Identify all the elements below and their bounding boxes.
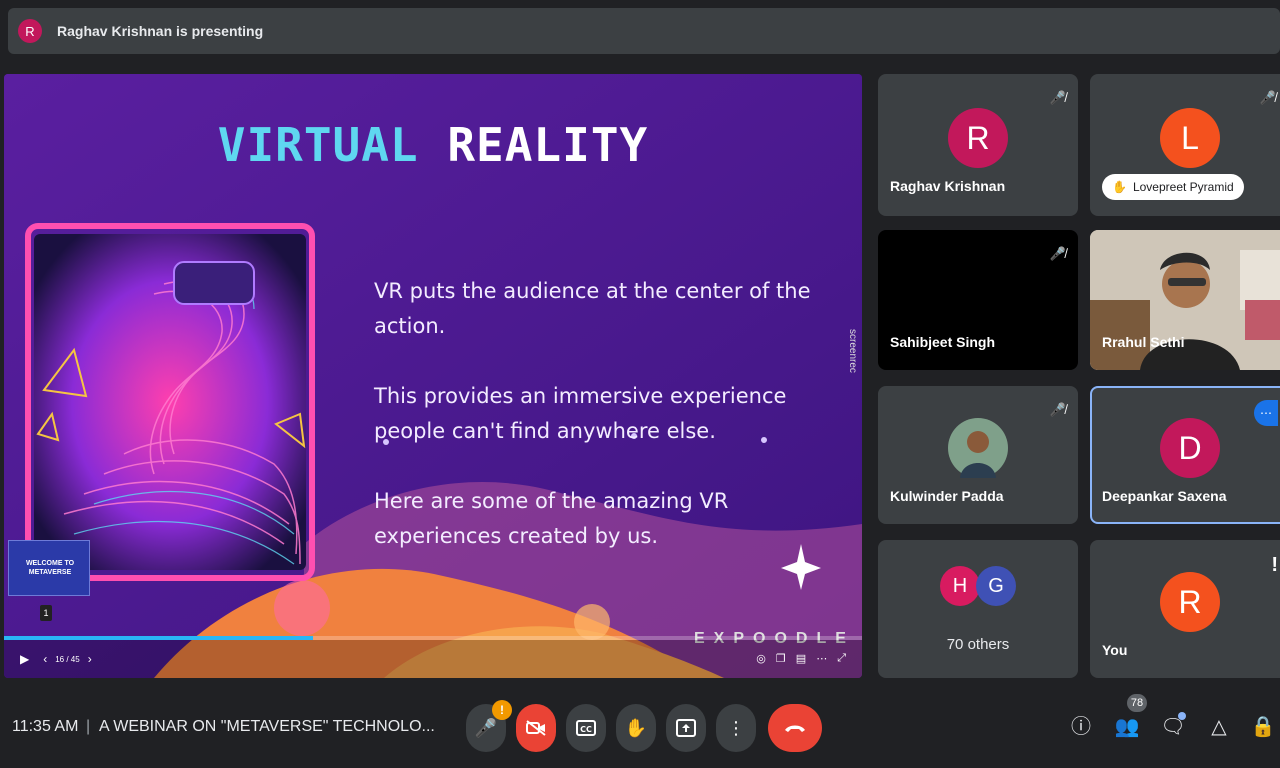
play-icon[interactable]: ▶ bbox=[20, 652, 29, 666]
more-icon[interactable]: ⋯ bbox=[816, 652, 827, 665]
participant-name: Raghav Krishnan bbox=[890, 178, 1006, 194]
mic-off-icon: 🎤̸ bbox=[1049, 402, 1067, 417]
avatar: H bbox=[940, 566, 980, 606]
avatar: R bbox=[1160, 572, 1220, 632]
participant-name: Rrahul Sethi bbox=[1102, 334, 1185, 350]
svg-text:CC: CC bbox=[580, 725, 592, 734]
people-count-badge: 78 bbox=[1127, 694, 1147, 712]
watermark-screenrec: screenrec bbox=[847, 329, 858, 373]
captions-icon: CC bbox=[576, 720, 596, 736]
more-options-icon[interactable]: ⋯ bbox=[1254, 400, 1278, 426]
slide-paragraph: VR puts the audience at the center of th… bbox=[374, 279, 811, 338]
slide-title-part2: REALITY bbox=[447, 118, 649, 172]
exit-fullscreen-icon[interactable]: ⤢ bbox=[837, 652, 846, 665]
prev-slide-icon[interactable]: ‹ bbox=[43, 652, 47, 666]
end-call-button[interactable] bbox=[768, 704, 822, 752]
slide-paragraph: Here are some of the amazing VR experien… bbox=[374, 489, 729, 548]
meeting-time: 11:35 AM bbox=[12, 718, 79, 735]
host-controls-icon[interactable]: 🔒 bbox=[1250, 714, 1276, 740]
participant-tile[interactable]: 🎤̸ R Raghav Krishnan bbox=[878, 74, 1078, 216]
presenting-bar: R Raghav Krishnan is presenting bbox=[8, 8, 1280, 54]
window-icon[interactable]: ❐ bbox=[776, 652, 786, 665]
participant-tile[interactable]: 🎤̸ Sahibjeet Singh bbox=[878, 230, 1078, 370]
mic-off-icon: 🎤̸ bbox=[1049, 246, 1067, 261]
slide-title: VIRTUAL REALITY bbox=[4, 118, 862, 172]
participant-tile-active[interactable]: ⋯ D Deepankar Saxena bbox=[1090, 386, 1280, 524]
hand-icon: ✋ bbox=[1112, 180, 1127, 194]
caption-icon[interactable]: ▤ bbox=[796, 652, 806, 665]
phone-hangup-icon bbox=[785, 725, 805, 732]
presenter-avatar: R bbox=[18, 19, 42, 43]
mic-off-icon: 🎤 bbox=[474, 717, 498, 738]
participant-name: You bbox=[1102, 642, 1128, 658]
camera-off-icon bbox=[526, 720, 546, 736]
raised-hand-badge: ✋ Lovepreet Pyramid bbox=[1102, 174, 1244, 200]
others-count: 70 others bbox=[946, 636, 1010, 653]
self-tile[interactable]: ! R You bbox=[1090, 540, 1280, 678]
thumbnail-page-number: 1 bbox=[40, 605, 52, 621]
presenting-text: Raghav Krishnan is presenting bbox=[57, 23, 264, 39]
mic-off-icon: 🎤̸ bbox=[1259, 90, 1277, 105]
present-button[interactable] bbox=[666, 704, 706, 752]
mic-off-icon: 🎤̸ bbox=[1049, 90, 1067, 105]
slide-controls: ▶ ‹ 16 / 45 › ◎ ❐ ▤ ⋯ ⤢ bbox=[4, 640, 862, 678]
more-options-button[interactable]: ⋮ bbox=[716, 704, 756, 752]
slide-paragraph: This provides an immersive experience pe… bbox=[374, 384, 787, 443]
participant-tile[interactable]: 🎤̸ L ✋ Lovepreet Pyramid bbox=[1090, 74, 1280, 216]
hand-icon: ✋ bbox=[624, 717, 648, 738]
activities-icon[interactable]: △ bbox=[1206, 714, 1232, 740]
captions-button[interactable]: CC bbox=[566, 704, 606, 752]
participant-name: Kulwinder Padda bbox=[890, 488, 1004, 504]
presentation-stage[interactable]: VIRTUAL REALITY VR puts the audience at … bbox=[4, 74, 862, 678]
separator: | bbox=[86, 718, 91, 735]
participant-name: Sahibjeet Singh bbox=[890, 334, 996, 350]
avatar: G bbox=[976, 566, 1016, 606]
thumbnail-text: WELCOME TO METAVERSE bbox=[25, 560, 75, 576]
participant-name: Lovepreet Pyramid bbox=[1132, 180, 1234, 194]
slide-title-part1: VIRTUAL bbox=[217, 118, 419, 172]
alert-icon[interactable]: ! bbox=[1271, 554, 1278, 577]
participant-tile[interactable]: 🎤̸ Kulwinder Padda bbox=[878, 386, 1078, 524]
people-icon[interactable]: 👥 bbox=[1114, 714, 1140, 740]
avatar bbox=[948, 418, 1008, 478]
mic-warning-badge: ! bbox=[492, 700, 512, 720]
broadcast-icon[interactable]: ◎ bbox=[756, 652, 766, 665]
camera-button[interactable] bbox=[516, 704, 556, 752]
slide-body: VR puts the audience at the center of th… bbox=[374, 274, 844, 589]
slide-control-icons: ◎ ❐ ▤ ⋯ ⤢ bbox=[756, 652, 846, 665]
avatar: R bbox=[948, 108, 1008, 168]
more-vert-icon: ⋮ bbox=[727, 717, 745, 738]
next-slide-icon[interactable]: › bbox=[88, 652, 92, 666]
raise-hand-button[interactable]: ✋ bbox=[616, 704, 656, 752]
bottom-control-bar: 11:35 AM | A WEBINAR ON "METAVERSE" TECH… bbox=[0, 684, 1280, 768]
others-tile[interactable]: H G 70 others bbox=[878, 540, 1078, 678]
slide-counter: 16 / 45 bbox=[55, 654, 80, 664]
meeting-title: A WEBINAR ON "METAVERSE" TECHNOLO... bbox=[99, 718, 435, 735]
participant-name: Deepankar Saxena bbox=[1102, 488, 1227, 504]
present-icon bbox=[676, 719, 696, 737]
chat-notification-dot bbox=[1178, 712, 1186, 720]
info-icon[interactable]: ⓘ bbox=[1068, 714, 1094, 740]
avatar: D bbox=[1160, 418, 1220, 478]
avatar: L bbox=[1160, 108, 1220, 168]
slide-thumbnail[interactable]: WELCOME TO METAVERSE bbox=[8, 540, 90, 596]
participant-tile[interactable]: Rrahul Sethi bbox=[1090, 230, 1280, 370]
